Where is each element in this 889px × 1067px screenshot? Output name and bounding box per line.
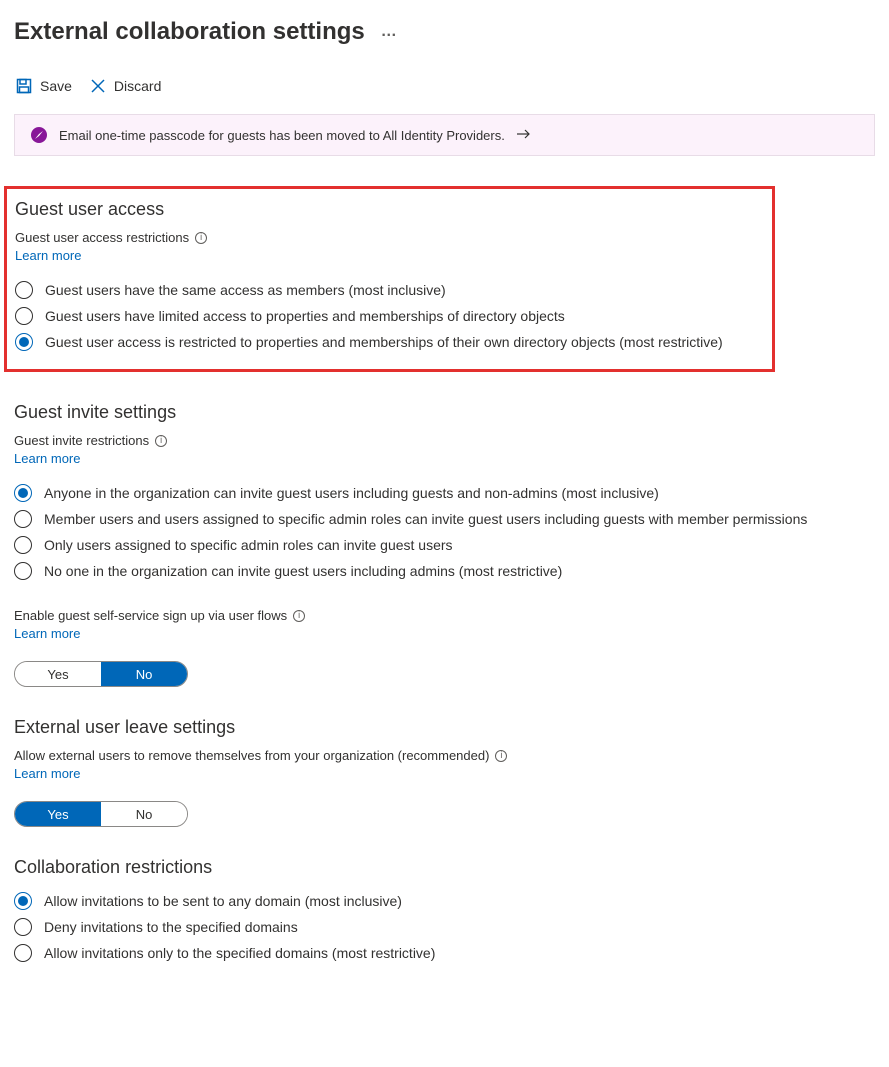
radio-label: Allow invitations to be sent to any doma…	[44, 893, 402, 909]
guest-invite-field-label: Guest invite restrictions i	[14, 433, 875, 448]
guest-invite-learn-more[interactable]: Learn more	[14, 451, 80, 466]
self-service-no[interactable]: No	[101, 662, 187, 686]
page-title-text: External collaboration settings	[14, 18, 365, 46]
info-icon[interactable]: i	[495, 750, 507, 762]
guest-access-option-0[interactable]: Guest users have the same access as memb…	[15, 277, 764, 303]
guest-invite-title: Guest invite settings	[14, 402, 875, 423]
radio-label: Anyone in the organization can invite gu…	[44, 485, 659, 501]
info-icon[interactable]: i	[195, 232, 207, 244]
guest-invite-radio-group: Anyone in the organization can invite gu…	[14, 480, 875, 584]
self-service-field-label: Enable guest self-service sign up via us…	[14, 608, 875, 623]
radio-label: Member users and users assigned to speci…	[44, 511, 807, 527]
arrow-right-icon	[517, 127, 531, 143]
guest-invite-option-3[interactable]: No one in the organization can invite gu…	[14, 558, 875, 584]
radio-label: No one in the organization can invite gu…	[44, 563, 562, 579]
radio-icon	[14, 510, 32, 528]
radio-icon	[14, 944, 32, 962]
self-service-toggle[interactable]: Yes No	[14, 661, 188, 687]
external-leave-label: Allow external users to remove themselve…	[14, 748, 489, 763]
self-service-yes[interactable]: Yes	[15, 662, 101, 686]
toolbar: Save Discard	[14, 74, 875, 98]
external-leave-toggle[interactable]: Yes No	[14, 801, 188, 827]
save-button[interactable]: Save	[14, 74, 74, 98]
radio-label: Only users assigned to specific admin ro…	[44, 537, 453, 553]
self-service-label: Enable guest self-service sign up via us…	[14, 608, 287, 623]
radio-icon	[14, 562, 32, 580]
radio-label: Allow invitations only to the specified …	[44, 945, 435, 961]
close-icon	[90, 78, 106, 94]
guest-access-title: Guest user access	[15, 199, 764, 220]
guest-invite-option-2[interactable]: Only users assigned to specific admin ro…	[14, 532, 875, 558]
guest-access-restrictions-label: Guest user access restrictions	[15, 230, 189, 245]
save-label: Save	[40, 78, 72, 94]
radio-icon	[14, 918, 32, 936]
page-title: External collaboration settings …	[14, 18, 875, 46]
guest-access-learn-more[interactable]: Learn more	[15, 248, 81, 263]
radio-label: Guest users have limited access to prope…	[45, 308, 565, 324]
radio-label: Deny invitations to the specified domain…	[44, 919, 298, 935]
guest-access-option-2[interactable]: Guest user access is restricted to prope…	[15, 329, 764, 355]
external-leave-no[interactable]: No	[101, 802, 187, 826]
external-leave-title: External user leave settings	[14, 717, 875, 738]
collab-restrictions-section: Collaboration restrictions Allow invitat…	[14, 857, 875, 966]
guest-access-option-1[interactable]: Guest users have limited access to prope…	[15, 303, 764, 329]
guest-invite-option-1[interactable]: Member users and users assigned to speci…	[14, 506, 875, 532]
collab-restrictions-radio-group: Allow invitations to be sent to any doma…	[14, 888, 875, 966]
radio-icon	[14, 892, 32, 910]
external-leave-field-label: Allow external users to remove themselve…	[14, 748, 875, 763]
guest-invite-option-0[interactable]: Anyone in the organization can invite gu…	[14, 480, 875, 506]
self-service-learn-more[interactable]: Learn more	[14, 626, 80, 641]
radio-icon	[14, 536, 32, 554]
guest-access-radio-group: Guest users have the same access as memb…	[15, 277, 764, 355]
guest-invite-restrictions-label: Guest invite restrictions	[14, 433, 149, 448]
external-leave-section: External user leave settings Allow exter…	[14, 717, 875, 827]
info-icon[interactable]: i	[155, 435, 167, 447]
guest-invite-section: Guest invite settings Guest invite restr…	[14, 402, 875, 687]
radio-label: Guest user access is restricted to prope…	[45, 334, 723, 350]
guest-access-field-label: Guest user access restrictions i	[15, 230, 764, 245]
collab-option-1[interactable]: Deny invitations to the specified domain…	[14, 914, 875, 940]
radio-icon	[15, 281, 33, 299]
radio-label: Guest users have the same access as memb…	[45, 282, 446, 298]
radio-icon	[15, 307, 33, 325]
banner-text: Email one-time passcode for guests has b…	[59, 128, 505, 143]
collab-restrictions-title: Collaboration restrictions	[14, 857, 875, 878]
external-leave-learn-more[interactable]: Learn more	[14, 766, 80, 781]
collab-option-2[interactable]: Allow invitations only to the specified …	[14, 940, 875, 966]
discard-button[interactable]: Discard	[88, 74, 163, 98]
discard-label: Discard	[114, 78, 161, 94]
more-actions-icon[interactable]: …	[381, 23, 399, 41]
compass-icon	[31, 127, 47, 143]
collab-option-0[interactable]: Allow invitations to be sent to any doma…	[14, 888, 875, 914]
external-leave-yes[interactable]: Yes	[15, 802, 101, 826]
info-banner[interactable]: Email one-time passcode for guests has b…	[14, 114, 875, 156]
guest-access-section: Guest user access Guest user access rest…	[4, 186, 775, 372]
save-icon	[16, 78, 32, 94]
info-icon[interactable]: i	[293, 610, 305, 622]
radio-icon	[14, 484, 32, 502]
radio-icon	[15, 333, 33, 351]
